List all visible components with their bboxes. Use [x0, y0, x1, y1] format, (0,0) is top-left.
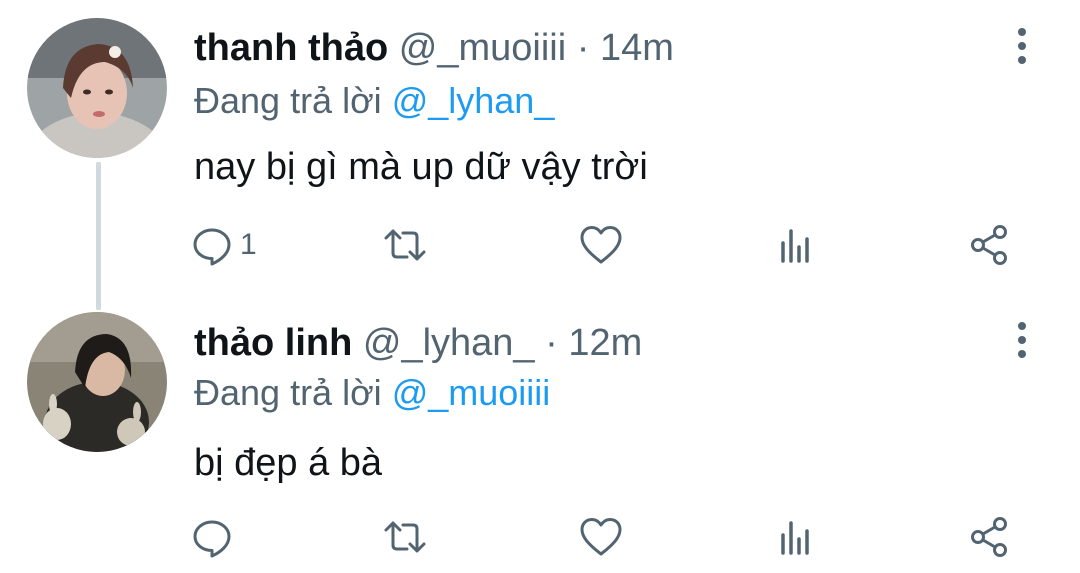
more-icon[interactable] [1006, 318, 1038, 362]
tweet[interactable]: thanh thảo @_muoiiii · 14m Đang trả lời … [0, 0, 1080, 290]
views-button[interactable] [774, 512, 818, 562]
like-icon [580, 518, 622, 556]
action-bar: 1 [190, 220, 1030, 270]
replying-to-handle[interactable]: @_muoiiii [392, 372, 551, 413]
like-icon [580, 226, 622, 264]
display-name[interactable]: thanh thảo [194, 27, 388, 69]
retweet-button[interactable] [383, 220, 433, 270]
retweet-icon [384, 229, 426, 261]
timestamp[interactable]: 14m [600, 27, 674, 69]
user-handle[interactable]: @_lyhan_ [363, 322, 535, 364]
retweet-button[interactable] [383, 512, 433, 562]
retweet-icon [384, 521, 426, 553]
reply-button[interactable] [190, 512, 240, 562]
replying-to: Đang trả lời @_lyhan_ [194, 80, 554, 122]
user-handle[interactable]: @_muoiiii [399, 27, 566, 69]
reply-icon [193, 228, 231, 266]
reply-icon [193, 520, 231, 558]
share-button[interactable] [968, 512, 1012, 562]
avatar[interactable] [27, 312, 167, 452]
views-icon [781, 521, 809, 555]
more-icon[interactable] [1006, 24, 1038, 68]
reply-count: 1 [240, 228, 257, 261]
views-button[interactable] [774, 220, 818, 270]
tweet-header: thảo linh @_lyhan_ · 12m [194, 321, 642, 365]
separator-dot: · [576, 27, 590, 69]
action-bar [190, 512, 1030, 562]
tweet-text: bị đẹp á bà [194, 442, 383, 484]
like-button[interactable] [579, 220, 629, 270]
tweet[interactable]: thảo linh @_lyhan_ · 12m Đang trả lời @_… [0, 290, 1080, 573]
reply-button[interactable]: 1 [190, 220, 257, 270]
share-icon [971, 225, 1007, 265]
replying-to-label: Đang trả lời [194, 80, 382, 121]
replying-to-handle[interactable]: @_lyhan_ [392, 80, 555, 121]
views-icon [781, 229, 809, 263]
replying-to-label: Đang trả lời [194, 372, 382, 413]
avatar[interactable] [27, 18, 167, 158]
like-button[interactable] [579, 512, 629, 562]
share-button[interactable] [968, 220, 1012, 270]
tweet-text: nay bị gì mà up dữ vậy trời [194, 146, 648, 188]
share-icon [971, 517, 1007, 557]
replying-to: Đang trả lời @_muoiiii [194, 372, 550, 414]
tweet-header: thanh thảo @_muoiiii · 14m [194, 26, 674, 70]
separator-dot: · [545, 322, 558, 364]
display-name[interactable]: thảo linh [194, 322, 352, 364]
timestamp[interactable]: 12m [568, 322, 642, 364]
